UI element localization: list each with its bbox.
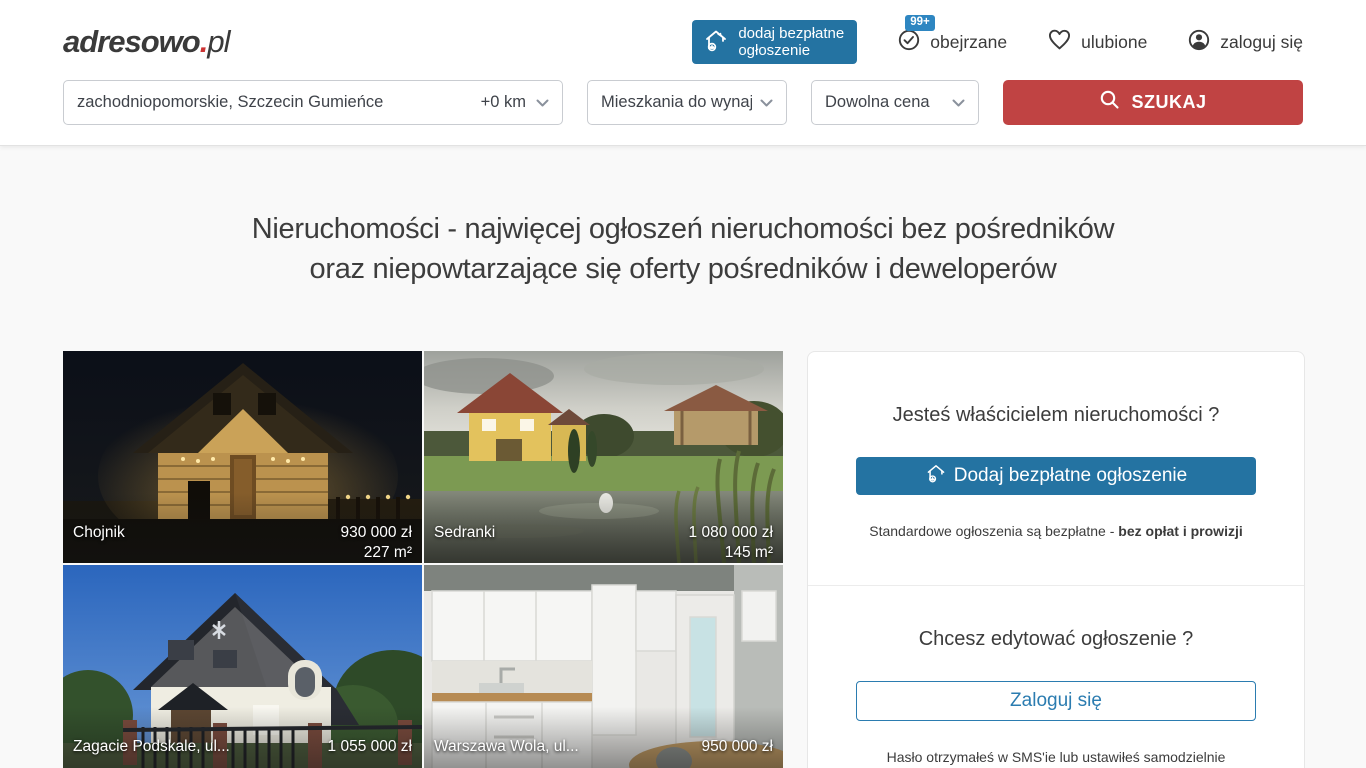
- heart-icon: [1047, 28, 1072, 56]
- top-bar: adresowo.pl dodaj bezpłatne ogłoszen: [63, 0, 1303, 62]
- listing-area: 145 m²: [725, 544, 773, 561]
- edit-note: Hasło otrzymałeś w SMS'ie lub ustawiłeś …: [856, 749, 1256, 765]
- header-actions: dodaj bezpłatne ogłoszenie 99+ obejrzane: [692, 20, 1303, 64]
- radius-value: +0 km: [481, 93, 526, 112]
- listing-area: 227 m²: [364, 544, 412, 561]
- favorites-label: ulubione: [1081, 32, 1147, 53]
- listing-card[interactable]: Zagacie Podskale, ul... 1 055 000 zł: [63, 565, 422, 768]
- category-value: Mieszkania do wynajęc: [601, 93, 752, 112]
- listing-price: 1 080 000 zł: [689, 524, 773, 541]
- listing-card[interactable]: Warszawa Wola, ul... 950 000 zł: [424, 565, 783, 768]
- logo-text: adresowo: [63, 24, 200, 59]
- user-circle-icon: [1187, 28, 1211, 57]
- viewed-label: obejrzane: [930, 32, 1007, 53]
- listing-caption: Chojnik 930 000 zł 227 m²: [63, 493, 422, 563]
- owner-section: Jesteś właścicielem nieruchomości ? Doda…: [808, 352, 1304, 585]
- listing-card[interactable]: Chojnik 930 000 zł 227 m²: [63, 351, 422, 563]
- listing-caption: Sedranki 1 080 000 zł 145 m²: [424, 493, 783, 563]
- logo-tld: pl: [207, 24, 229, 59]
- listing-caption: Warszawa Wola, ul... 950 000 zł: [424, 707, 783, 768]
- viewed-link[interactable]: 99+ obejrzane: [897, 28, 1007, 57]
- chevron-down-icon: [536, 93, 549, 112]
- listing-name: Zagacie Podskale, ul...: [73, 737, 230, 757]
- listing-name: Warszawa Wola, ul...: [434, 737, 579, 757]
- house-plus-icon: [925, 462, 947, 490]
- location-input[interactable]: zachodniopomorskie, Szczecin Gumieńce +0…: [63, 80, 563, 125]
- price-value: Dowolna cena: [825, 93, 930, 112]
- add-listing-label: dodaj bezpłatne ogłoszenie: [738, 25, 844, 59]
- edit-section: Chcesz edytować ogłoszenie ? Zaloguj się…: [808, 586, 1304, 768]
- chevron-down-icon: [760, 93, 773, 112]
- radius-select[interactable]: +0 km: [473, 93, 549, 112]
- main-content: Nieruchomości - najwięcej ogłoszeń nieru…: [0, 209, 1366, 768]
- owner-sidebar: Jesteś właścicielem nieruchomości ? Doda…: [807, 351, 1305, 768]
- listing-name: Sedranki: [434, 523, 495, 543]
- search-bar: zachodniopomorskie, Szczecin Gumieńce +0…: [63, 80, 1303, 145]
- site-logo[interactable]: adresowo.pl: [63, 24, 229, 60]
- viewed-count-badge: 99+: [905, 15, 935, 31]
- category-select[interactable]: Mieszkania do wynajęc: [587, 80, 787, 125]
- sidebar-login-label: Zaloguj się: [1010, 690, 1102, 712]
- listing-name: Chojnik: [73, 523, 125, 543]
- add-listing-button[interactable]: dodaj bezpłatne ogłoszenie: [692, 20, 857, 64]
- content-row: Chojnik 930 000 zł 227 m²: [63, 351, 1303, 768]
- listing-price-area: 1 055 000 zł: [328, 737, 412, 757]
- house-plus-icon: [703, 27, 729, 57]
- sidebar-add-listing-button[interactable]: Dodaj bezpłatne ogłoszenie: [856, 457, 1256, 495]
- location-value: zachodniopomorskie, Szczecin Gumieńce: [77, 93, 383, 112]
- search-button-label: SZUKAJ: [1131, 92, 1206, 113]
- listing-price-area: 950 000 zł: [701, 737, 773, 757]
- listing-price-area: 1 080 000 zł 145 m²: [689, 523, 773, 563]
- listing-caption: Zagacie Podskale, ul... 1 055 000 zł: [63, 707, 422, 768]
- sidebar-login-button[interactable]: Zaloguj się: [856, 681, 1256, 721]
- page-title: Nieruchomości - najwięcej ogłoszeń nieru…: [63, 209, 1303, 289]
- favorites-link[interactable]: ulubione: [1047, 28, 1147, 56]
- login-label: zaloguj się: [1220, 32, 1303, 53]
- listing-price-area: 930 000 zł 227 m²: [340, 523, 412, 563]
- owner-section-title: Jesteś właścicielem nieruchomości ?: [856, 404, 1256, 427]
- check-circle-icon: [897, 28, 921, 57]
- price-select[interactable]: Dowolna cena: [811, 80, 979, 125]
- search-icon: [1099, 89, 1121, 116]
- page-header: adresowo.pl dodaj bezpłatne ogłoszen: [0, 0, 1366, 146]
- listing-card[interactable]: Sedranki 1 080 000 zł 145 m²: [424, 351, 783, 563]
- listings-grid: Chojnik 930 000 zł 227 m²: [63, 351, 783, 768]
- login-link[interactable]: zaloguj się: [1187, 28, 1303, 57]
- edit-section-title: Chcesz edytować ogłoszenie ?: [856, 628, 1256, 651]
- search-button[interactable]: SZUKAJ: [1003, 80, 1303, 125]
- listing-price: 950 000 zł: [701, 738, 773, 755]
- sidebar-add-listing-label: Dodaj bezpłatne ogłoszenie: [954, 465, 1187, 487]
- listing-price: 930 000 zł: [340, 524, 412, 541]
- chevron-down-icon: [952, 93, 965, 112]
- owner-note: Standardowe ogłoszenia są bezpłatne - be…: [856, 523, 1256, 539]
- listing-price: 1 055 000 zł: [328, 738, 412, 755]
